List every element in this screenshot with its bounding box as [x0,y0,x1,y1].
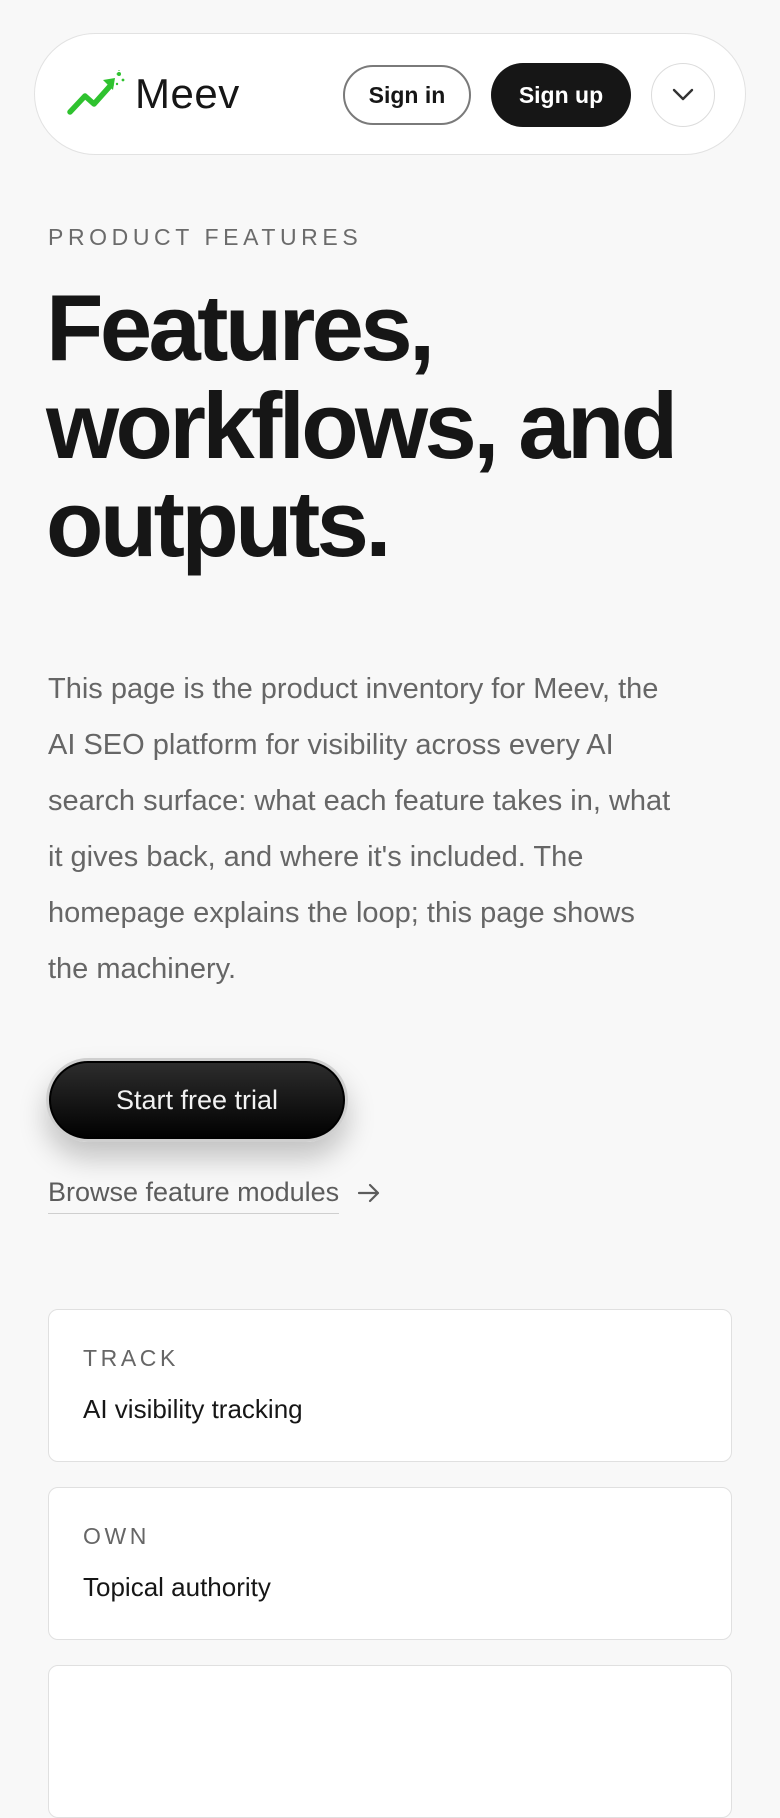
description-line: homepage explains the loop; this page sh… [48,897,635,929]
page-description: This page is the product inventory for M… [48,661,748,997]
feature-module-label: OWN [83,1523,151,1549]
page-title: Features, workflows, and outputs. [46,279,746,573]
page-title-line: workflows, and [46,373,678,478]
sign-up-button[interactable]: Sign up [491,63,631,127]
brand-logo-link[interactable]: Meev [67,66,240,122]
start-free-trial-button[interactable]: Start free trial [46,1058,348,1142]
browse-feature-modules-label: Browse feature modules [48,1174,340,1214]
chevron-down-icon [672,88,694,101]
feature-module-label: TRACK [83,1345,179,1371]
feature-module-card[interactable]: TRACK AI visibility tracking [48,1309,732,1462]
top-navigation-bar: Meev Sign in Sign up [34,33,746,155]
brand-name: Meev [135,70,240,117]
page-title-line: outputs. [46,471,391,576]
menu-toggle-button[interactable] [651,63,715,127]
trending-up-sparkle-icon [67,70,125,115]
description-line: AI SEO platform for visibility across ev… [48,729,614,761]
arrow-right-icon [358,1183,380,1203]
description-line: the machinery. [48,953,237,985]
feature-module-title: AI visibility tracking [83,1394,303,1424]
feature-module-title: Topical authority [83,1572,271,1602]
description-line: search surface: what each feature takes … [48,785,671,817]
sign-in-button[interactable]: Sign in [343,65,471,125]
page-title-line: Features, [46,275,435,380]
feature-module-card[interactable]: OWN Topical authority [48,1487,732,1640]
section-eyebrow: PRODUCT FEATURES [48,224,363,250]
browse-feature-modules-link[interactable]: Browse feature modules [48,1174,381,1214]
description-line: This page is the product inventory for M… [48,673,659,705]
description-line: it gives back, and where it's included. … [48,841,584,873]
